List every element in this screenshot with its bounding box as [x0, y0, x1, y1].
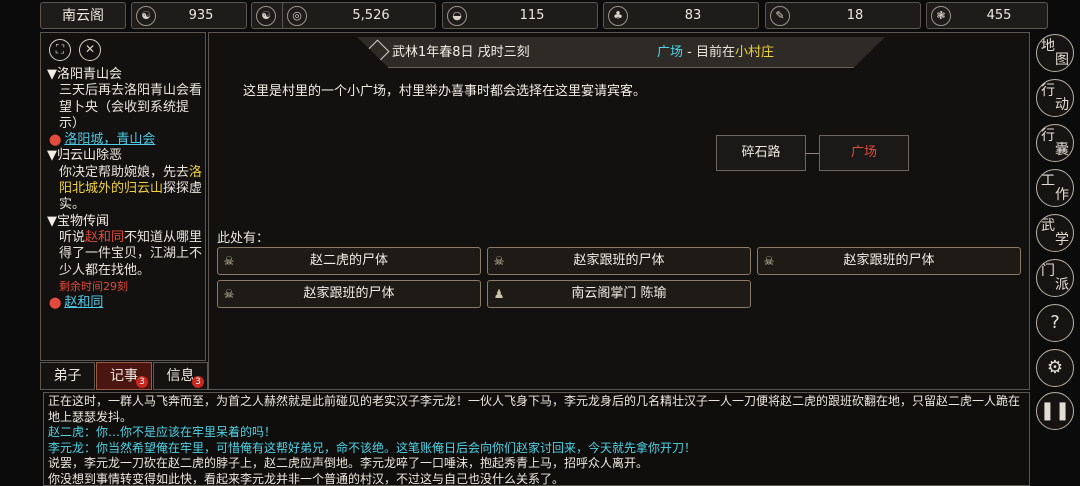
quest-time-left: 剩余时间29刻	[59, 279, 128, 293]
menu-martial-button[interactable]: 武学	[1036, 214, 1074, 252]
pause-icon[interactable]: ❚❚	[1036, 392, 1074, 430]
stat-herb: ♣ 83	[603, 2, 759, 29]
quest-title: ▼宝物传闻	[47, 213, 109, 229]
stat-scroll: ✎ 18	[765, 2, 921, 29]
entity-label: 赵家跟班的尸体	[573, 253, 665, 268]
tab-label: 记事	[110, 368, 138, 384]
quest-list: ▼洛阳青山会 三天后再去洛阳青山会看望卜央（会收到系统提示） ⬤ 洛阳城，青山会 …	[47, 67, 205, 311]
stat-fame: ☯ 935	[131, 2, 247, 29]
menu-action-button[interactable]: 行动	[1036, 79, 1074, 117]
expand-icon[interactable]: ⛶	[49, 39, 71, 61]
entity-button[interactable]: ♟ 南云阁掌门 陈瑜	[487, 280, 751, 308]
menu-sect-button[interactable]: 门派	[1036, 259, 1074, 297]
stat-scroll-value: 18	[846, 8, 864, 23]
entity-button[interactable]: ☠ 赵家跟班的尸体	[487, 247, 751, 275]
beast-icon: ❃	[931, 6, 951, 26]
stat-money: ◎ 5,526	[282, 2, 436, 29]
skull-icon: ☠	[223, 287, 235, 301]
tab-label: 弟子	[53, 368, 82, 384]
stat-food-value: 115	[519, 8, 545, 23]
map-node-plaza-current[interactable]: 广场	[819, 135, 909, 171]
quest-location-text: 洛阳城，青山会	[64, 132, 156, 148]
location-header: 武林1年春8日 戌时三刻 广场 - 目前在小村庄	[357, 37, 885, 68]
tab-journal[interactable]: 记事 3	[96, 362, 152, 390]
quest-item[interactable]: ▼宝物传闻 听说赵和同不知道从哪里得了一件宝贝，江湖上不少人都在找他。 剩余时间…	[47, 214, 205, 312]
message-log[interactable]: 正在这时，一群人马飞奔而至，为首之人赫然就是此前碰见的老实汉子李元龙！一伙人飞身…	[43, 392, 1030, 486]
stat-beast: ❃ 455	[926, 2, 1048, 29]
stat-beast-value: 455	[986, 8, 1012, 23]
tab-label: 信息	[166, 368, 195, 384]
quest-location-link[interactable]: ⬤ 赵和同	[47, 295, 205, 311]
herb-icon: ♣	[608, 6, 628, 26]
map-pin-icon: ⬤	[49, 296, 62, 310]
quest-body: 听说赵和同不知道从哪里得了一件宝贝，江湖上不少人都在找他。	[59, 229, 203, 278]
quest-location-text: 赵和同	[64, 295, 104, 311]
skull-icon: ☠	[223, 254, 235, 268]
quest-body: 三天后再去洛阳青山会看望卜央（会收到系统提示）	[59, 83, 203, 131]
log-line-dialogue: 赵二虎：你…你不是应该在牢里呆着的吗！	[48, 425, 277, 440]
game-date: 武林1年春8日 戌时三刻	[392, 45, 530, 60]
skull-icon: ☠	[493, 254, 505, 268]
entity-label: 赵家跟班的尸体	[843, 253, 935, 268]
here-label: 此处有：	[217, 231, 270, 246]
scroll-icon: ✎	[770, 6, 790, 26]
stat-herb-value: 83	[684, 8, 702, 23]
menu-map-button[interactable]: 地图	[1036, 34, 1074, 72]
help-icon[interactable]: ?	[1036, 304, 1074, 342]
main-panel: 武林1年春8日 戌时三刻 广场 - 目前在小村庄 这里是村里的一个小广场，村里举…	[208, 32, 1030, 390]
person-icon: ♟	[493, 287, 505, 301]
tab-messages[interactable]: 信息 3	[153, 362, 208, 390]
tab-disciples[interactable]: 弟子	[40, 362, 95, 390]
entity-label: 赵二虎的尸体	[309, 253, 388, 268]
sect-name-button[interactable]: 南云阁	[40, 2, 126, 29]
quest-item[interactable]: ▼洛阳青山会 三天后再去洛阳青山会看望卜央（会收到系统提示） ⬤ 洛阳城，青山会	[47, 67, 205, 148]
skull-icon: ☠	[763, 254, 775, 268]
location-description: 这里是村里的一个小广场，村里举办喜事时都会选择在这里宴请宾客。	[243, 84, 647, 99]
food-bowl-icon: ◒	[447, 6, 467, 26]
quest-panel: ⛶ ✕ ▼洛阳青山会 三天后再去洛阳青山会看望卜央（会收到系统提示） ⬤ 洛阳城，…	[40, 32, 206, 361]
entity-label: 赵家跟班的尸体	[303, 286, 395, 301]
settings-gear-icon[interactable]: ⚙	[1036, 349, 1074, 387]
coin-icon: ◎	[287, 6, 307, 26]
entity-label: 南云阁掌门 陈瑜	[571, 286, 667, 301]
menu-work-button[interactable]: 工作	[1036, 169, 1074, 207]
stat-food: ◒ 115	[442, 2, 598, 29]
stat-fame-value: 935	[188, 8, 214, 23]
entity-button[interactable]: ☠ 赵二虎的尸体	[217, 247, 481, 275]
log-line: 说罢，李元龙一刀砍在赵二虎的脖子上，赵二虎应声倒地。李元龙啐了一口唾沫，抱起秀青…	[48, 456, 649, 471]
log-line: 正在这时，一群人马飞奔而至，为首之人赫然就是此前碰见的老实汉子李元龙！一伙人飞身…	[48, 394, 1021, 424]
quest-highlight: 赵和同	[85, 229, 125, 245]
entity-button[interactable]: ☠ 赵家跟班的尸体	[757, 247, 1021, 275]
close-icon[interactable]: ✕	[79, 39, 101, 61]
fame-icon: ☯	[136, 6, 156, 26]
quest-body: 你决定帮助婉娘，先去洛阳北城外的归云山探探虚实。	[59, 164, 203, 213]
log-line: 你没想到事情转变得如此快，看起来李元龙并非一个普通的村汉，不过这与自己也没什么关…	[48, 471, 565, 486]
quest-location-link[interactable]: ⬤ 洛阳城，青山会	[47, 132, 205, 148]
stat-money-value: 5,526	[352, 8, 390, 23]
map-node-gravel-road[interactable]: 碎石路	[716, 135, 806, 171]
current-location: 广场 - 目前在小村庄	[657, 45, 774, 60]
entity-button[interactable]: ☠ 赵家跟班的尸体	[217, 280, 481, 308]
tab-badge: 3	[192, 376, 204, 388]
left-tabs: 弟子 记事 3 信息 3	[40, 362, 208, 390]
quest-title: ▼归云山除恶	[47, 148, 122, 164]
log-line-dialogue: 李元龙：你当然希望俺在牢里，可惜俺有这帮好弟兄，命不该绝。这笔账俺日后会向你们赵…	[48, 440, 697, 455]
compass-icon	[365, 39, 390, 64]
yinyang-icon: ☯	[256, 6, 276, 26]
map-connector	[805, 153, 820, 154]
menu-bag-button[interactable]: 行囊	[1036, 124, 1074, 162]
tab-badge: 3	[136, 376, 148, 388]
quest-title: ▼洛阳青山会	[47, 67, 122, 82]
map-pin-icon: ⬤	[49, 133, 62, 147]
top-stat-bar: 南云阁 ☯ 935 ☯ 6 ◎ 5,526 ◒ 115 ♣ 83 ✎ 18 ❃ …	[40, 2, 1048, 30]
quest-item[interactable]: ▼归云山除恶 你决定帮助婉娘，先去洛阳北城外的归云山探探虚实。	[47, 148, 205, 213]
